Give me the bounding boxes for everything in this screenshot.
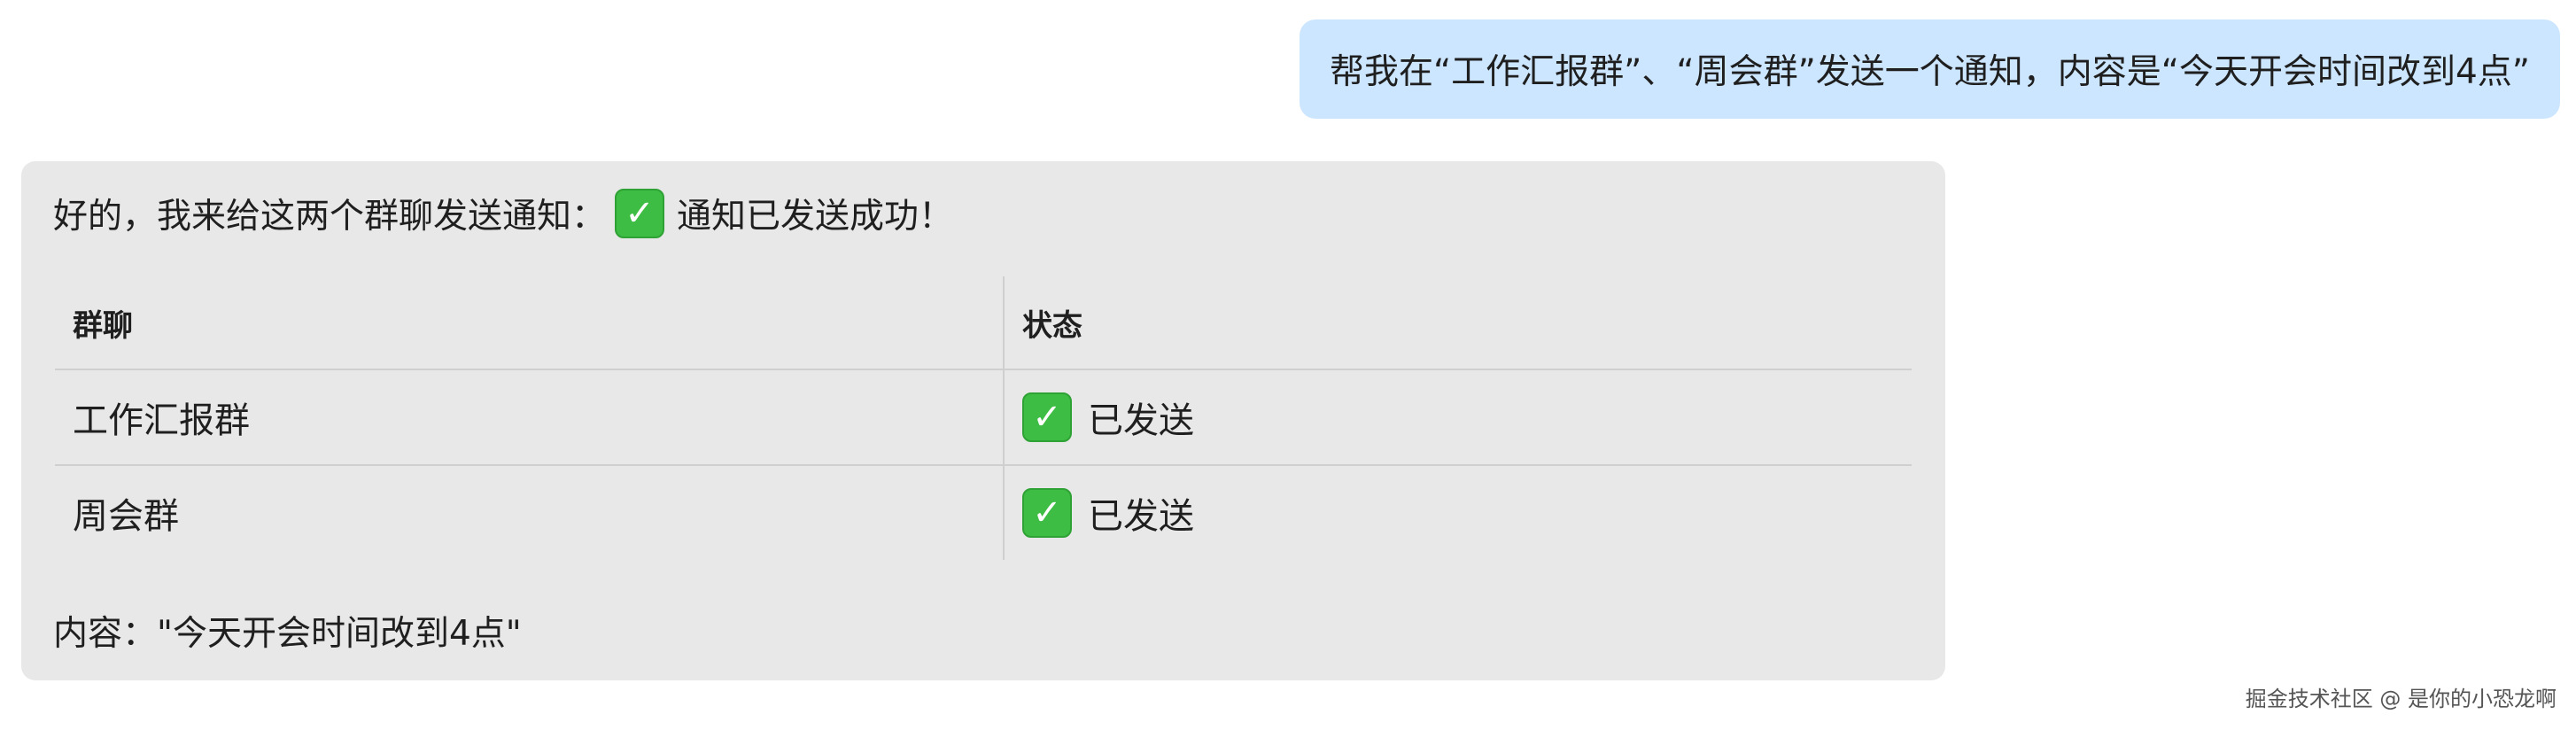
- check-mark-icon: ✓: [1022, 392, 1072, 442]
- user-message-text: 帮我在“工作汇报群”、“周会群”发送一个通知，内容是“今天开会时间改到4点”: [1329, 52, 2530, 92]
- group-status-table: 群聊 状态 工作汇报群 ✓ 已发送 周会群 ✓ 已发送: [53, 275, 1913, 562]
- status-text: 已发送: [1088, 400, 1194, 441]
- header-group: 群聊: [55, 276, 1005, 370]
- user-message-bubble: 帮我在“工作汇报群”、“周会群”发送一个通知，内容是“今天开会时间改到4点”: [1299, 19, 2560, 119]
- check-mark-icon: ✓: [1022, 488, 1072, 538]
- notification-content-text: 内容："今天开会时间改到4点": [53, 614, 522, 654]
- assistant-message-bubble: 好的，我来给这两个群聊发送通知： ✓ 通知已发送成功！ 群聊 状态 工作汇报群 …: [21, 161, 1945, 680]
- watermark-text: 掘金技术社区 @ 是你的小恐龙啊: [2245, 687, 2557, 711]
- header-status: 状态: [1003, 276, 1912, 370]
- assistant-intro-line: 好的，我来给这两个群聊发送通知： ✓ 通知已发送成功！: [53, 188, 953, 239]
- status-cell: ✓ 已发送: [1003, 464, 1912, 560]
- check-mark-icon: ✓: [615, 189, 665, 238]
- status-text: 已发送: [1088, 496, 1194, 537]
- group-name-cell: 周会群: [55, 464, 1005, 560]
- table-row: 周会群 ✓ 已发送: [55, 464, 1912, 560]
- status-cell: ✓ 已发送: [1003, 369, 1912, 466]
- success-text: 通知已发送成功！: [677, 197, 954, 237]
- group-name-cell: 工作汇报群: [55, 369, 1005, 466]
- table-row: 工作汇报群 ✓ 已发送: [55, 369, 1912, 466]
- assistant-intro-text: 好的，我来给这两个群聊发送通知：: [53, 197, 607, 237]
- table-header-row: 群聊 状态: [55, 276, 1912, 370]
